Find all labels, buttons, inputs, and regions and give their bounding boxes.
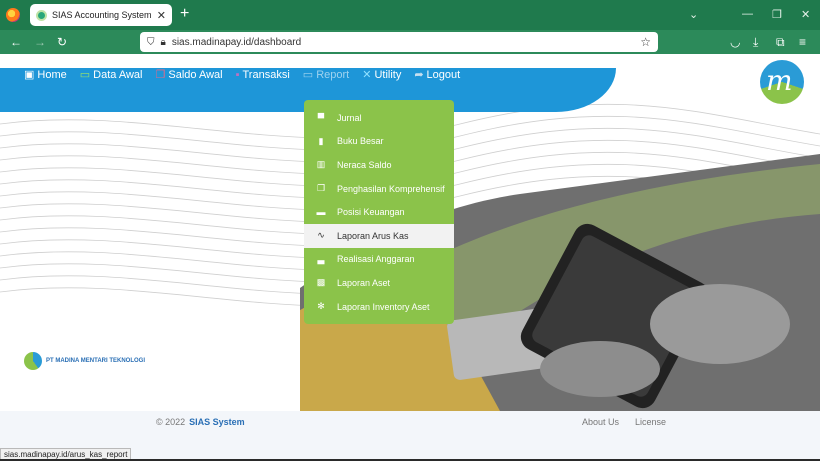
menu-item-label: Posisi Keuangan <box>337 207 405 218</box>
close-tab-icon[interactable]: ✕ <box>157 9 166 22</box>
restore-icon[interactable]: ❐ <box>772 8 782 21</box>
report-monitor-icon: ▭ <box>302 69 314 81</box>
nav-report[interactable]: ▭ Report <box>302 68 350 82</box>
monitor-icon: ▭ <box>79 69 91 81</box>
nav-utility[interactable]: ✕ Utility <box>362 68 402 82</box>
copy-icon: ❐ <box>316 183 326 194</box>
url-text[interactable]: sias.madinapay.id/dashboard <box>172 37 640 48</box>
home-icon: ▣ <box>24 69 35 81</box>
new-tab-button[interactable]: + <box>180 6 189 22</box>
site-favicon-icon <box>36 9 47 21</box>
card-icon: ▬ <box>316 207 326 218</box>
main-menu: ▣ Home ▭ Data Awal ❐ Saldo Awal ▪ Transa… <box>24 68 473 82</box>
books-icon: ▥ <box>316 159 326 170</box>
nav-logout-label: Logout <box>426 68 461 81</box>
browser-tab-bar: SIAS Accounting System ✕ + ⌄ — ❐ ✕ <box>0 0 820 30</box>
nav-home[interactable]: ▣ Home <box>24 68 67 82</box>
menu-item-label: Laporan Aset <box>337 277 391 288</box>
menu-item-posisi-keuangan[interactable]: ▬ Posisi Keuangan <box>304 200 454 224</box>
brand-logo-letter-icon: m <box>766 64 793 97</box>
nav-saldo-awal-label: Saldo Awal <box>168 68 223 81</box>
nav-transaksi[interactable]: ▪ Transaksi <box>236 68 290 81</box>
tab-title: SIAS Accounting System <box>52 10 152 20</box>
copyright-year: © 2022 <box>156 417 186 427</box>
about-us-link[interactable]: About Us <box>582 417 619 427</box>
company-logo-block: PT MADINA MENTARI TEKNOLOGI <box>24 352 145 370</box>
menu-item-label: Penghasilan Komprehensif <box>337 183 445 194</box>
browser-nav-bar: ← → ↻ ⛉ 🔒︎ sias.madinapay.id/dashboard ☆… <box>0 30 820 54</box>
menu-item-buku-besar[interactable]: ▮ Buku Besar <box>304 130 454 154</box>
menu-item-label: Jurnal <box>337 112 362 123</box>
menu-item-label: Neraca Saldo <box>337 159 392 170</box>
dashboard-page: ▣ Home ▭ Data Awal ❐ Saldo Awal ▪ Transa… <box>0 54 820 411</box>
lock-icon[interactable]: 🔒︎ <box>161 37 166 48</box>
pulse-icon: ∿ <box>317 230 325 241</box>
nav-utility-label: Utility <box>374 68 402 81</box>
gear-icon: ✻ <box>317 301 325 312</box>
bar-chart-icon: ▃ <box>317 253 325 264</box>
company-logo-icon <box>24 352 42 370</box>
briefcase-icon: ▀ <box>317 112 325 123</box>
app-menu-icon[interactable]: ≡ <box>799 35 806 49</box>
nav-saldo-awal[interactable]: ❐ Saldo Awal <box>155 68 223 82</box>
bookmark-star-icon[interactable]: ☆ <box>640 35 651 49</box>
company-name: PT MADINA MENTARI TEKNOLOGI <box>46 358 145 364</box>
menu-item-label: Buku Besar <box>337 136 384 147</box>
menu-item-label: Laporan Arus Kas <box>337 230 409 241</box>
logout-icon: ➦ <box>414 69 424 81</box>
menu-item-laporan-arus-kas[interactable]: ∿ Laporan Arus Kas <box>304 223 454 248</box>
nav-data-awal-label: Data Awal <box>93 68 143 81</box>
extensions-icon[interactable]: ⧉ <box>776 35 785 49</box>
copy-icon: ❐ <box>155 69 166 81</box>
menu-item-penghasilan-komprehensif[interactable]: ❐ Penghasilan Komprehensif <box>304 177 454 201</box>
copyright-text: © 2022 SIAS System <box>156 417 245 427</box>
firefox-icon[interactable] <box>6 8 20 22</box>
tab-list-chevron-icon[interactable]: ⌄ <box>689 8 698 21</box>
nav-data-awal[interactable]: ▭ Data Awal <box>79 68 143 82</box>
nav-logout[interactable]: ➦ Logout <box>414 68 461 82</box>
address-bar[interactable]: ⛉ 🔒︎ sias.madinapay.id/dashboard ☆ <box>140 32 658 52</box>
report-dropdown-menu: ▀ Jurnal ▮ Buku Besar ▥ Neraca Saldo ❐ P… <box>304 100 454 324</box>
nav-transaksi-label: Transaksi <box>242 68 290 81</box>
menu-item-realisasi-anggaran[interactable]: ▃ Realisasi Anggaran <box>304 248 454 272</box>
menu-item-label: Laporan Inventory Aset <box>337 301 430 312</box>
shield-icon[interactable]: ⛉ <box>147 37 155 48</box>
download-icon[interactable]: ⤓ <box>753 35 758 49</box>
toolbox-icon: ▩ <box>316 277 326 288</box>
brand-logo[interactable]: m <box>760 60 804 104</box>
browser-tab[interactable]: SIAS Accounting System ✕ <box>30 4 172 26</box>
reload-icon[interactable]: ↻ <box>57 35 67 49</box>
nav-report-label: Report <box>316 68 350 81</box>
tools-icon: ✕ <box>362 69 372 81</box>
menu-item-label: Realisasi Anggaran <box>337 254 415 265</box>
pocket-icon[interactable]: ◡ <box>730 35 740 49</box>
menu-item-laporan-aset[interactable]: ▩ Laporan Aset <box>304 271 454 295</box>
menu-item-jurnal[interactable]: ▀ Jurnal <box>304 106 454 130</box>
nav-home-label: Home <box>37 68 67 81</box>
window-close-icon[interactable]: ✕ <box>801 8 810 21</box>
back-arrow-icon[interactable]: ← <box>10 35 22 49</box>
license-link[interactable]: License <box>635 417 666 427</box>
book-icon: ▮ <box>318 135 324 146</box>
system-name: SIAS System <box>189 417 245 427</box>
cart-icon: ▪ <box>235 68 240 81</box>
menu-item-laporan-inventory-aset[interactable]: ✻ Laporan Inventory Aset <box>304 295 454 319</box>
forward-arrow-icon[interactable]: → <box>34 35 46 49</box>
minimize-icon[interactable]: — <box>742 8 753 20</box>
menu-item-neraca-saldo[interactable]: ▥ Neraca Saldo <box>304 153 454 177</box>
